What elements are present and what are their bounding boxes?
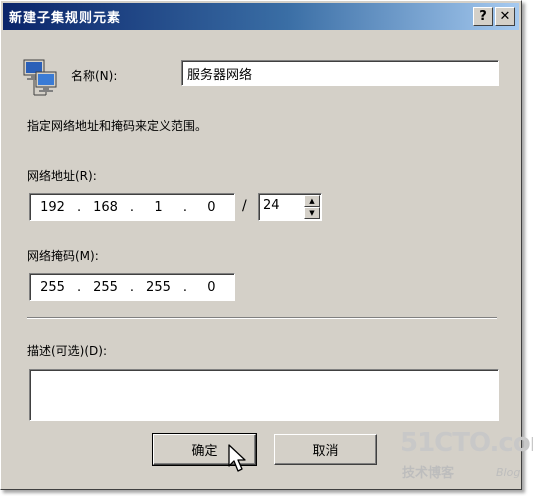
prefix-slash: / xyxy=(242,198,247,214)
network-computers-icon xyxy=(23,59,57,96)
watermark-subtitle: 技术博客 xyxy=(402,466,455,481)
window-title: 新建子集规则元素 xyxy=(9,11,122,26)
ip-dot: . xyxy=(76,199,82,215)
network-address-label: 网络地址(R): xyxy=(27,169,97,183)
separator xyxy=(27,317,497,319)
mouse-cursor-icon xyxy=(228,444,246,472)
prefix-length-spinner[interactable]: 24 ▲ ▼ xyxy=(258,193,322,221)
title-bar[interactable]: 新建子集规则元素 ? ✕ xyxy=(3,3,519,30)
network-mask-label: 网络掩码(M): xyxy=(27,249,99,263)
name-input[interactable]: 服务器网络 xyxy=(181,60,499,86)
mask-dot: . xyxy=(182,279,187,295)
network-mask-input[interactable]: 255 . 255 . 255 . 0 xyxy=(29,273,235,301)
prefix-length-value: 24 xyxy=(263,198,280,213)
network-address-input[interactable]: 192 . 168 . 1 . 0 xyxy=(29,193,235,221)
mask-octet: 255 xyxy=(93,279,118,295)
mask-dot: . xyxy=(129,279,135,295)
ip-octet: 0 xyxy=(207,199,216,215)
new-subnet-rule-dialog: 新建子集规则元素 ? ✕ 名称(N): 服务器网络 指定网络地址和掩码来定义范围… xyxy=(0,0,522,490)
mask-octet: 0 xyxy=(207,279,216,295)
spinner-down-icon[interactable]: ▼ xyxy=(304,207,320,219)
description-label: 描述(可选)(D): xyxy=(27,344,108,358)
mask-octet: 255 xyxy=(40,279,65,295)
instruction-text: 指定网络地址和掩码来定义范围。 xyxy=(27,119,208,133)
ip-octet: 192 xyxy=(40,199,65,215)
ip-dot: . xyxy=(129,199,135,215)
mask-dot: . xyxy=(76,279,82,295)
help-button[interactable]: ? xyxy=(473,7,493,26)
spinner-up-icon[interactable]: ▲ xyxy=(304,195,320,207)
ip-octet: 1 xyxy=(154,199,163,215)
watermark-logo: 51CTO.com xyxy=(400,428,533,458)
close-button[interactable]: ✕ xyxy=(495,7,515,26)
ip-dot: . xyxy=(182,199,187,215)
ip-octet: 168 xyxy=(93,199,118,215)
mask-octet: 255 xyxy=(146,279,171,295)
watermark-blog: Blog xyxy=(496,466,521,479)
cancel-button[interactable]: 取消 xyxy=(274,434,377,465)
watermark: 51CTO.com 技术博客 Blog xyxy=(400,428,533,492)
description-input[interactable] xyxy=(29,369,499,421)
name-label: 名称(N): xyxy=(71,69,118,83)
